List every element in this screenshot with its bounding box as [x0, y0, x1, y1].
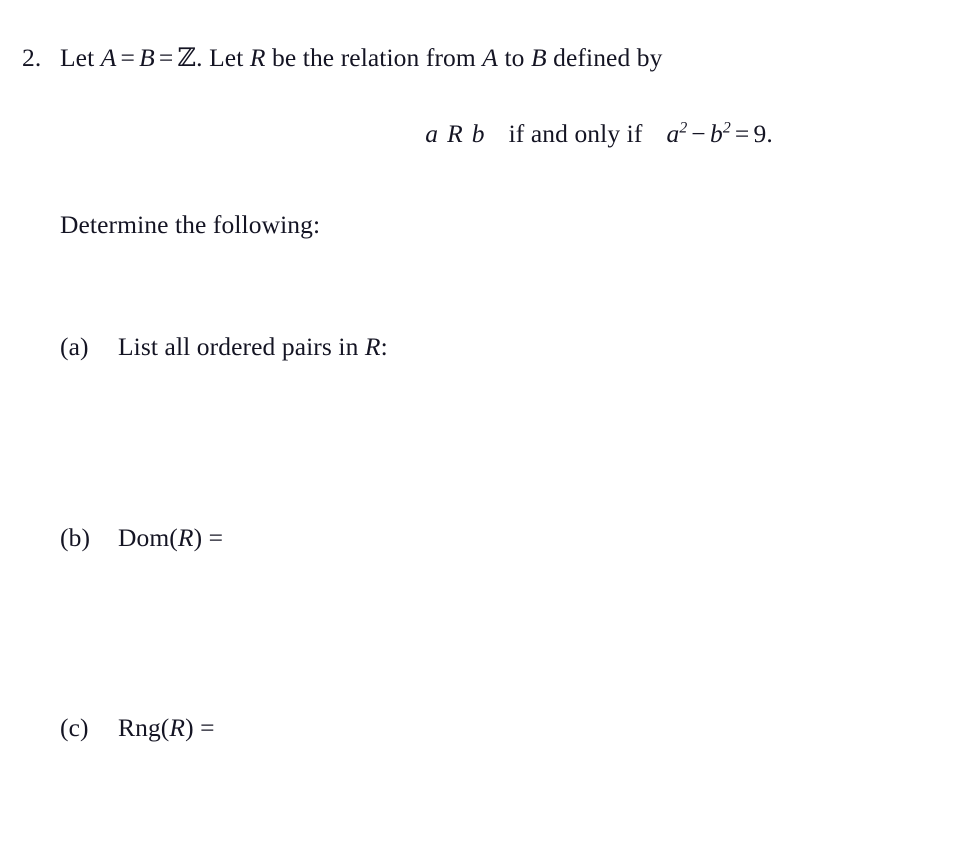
part-c-tag: (c) — [60, 713, 89, 742]
stem-period: . — [196, 43, 210, 72]
eq-lhs-a: a — [425, 119, 439, 148]
part-a-text-before: List all ordered pairs in — [118, 332, 365, 361]
problem-number: 2. — [22, 43, 42, 72]
eq-value: 9 — [753, 119, 767, 148]
eq-connector-text: if and only if — [508, 119, 643, 148]
eq-rhs-b-exponent: 2 — [722, 119, 731, 137]
eq-lhs-relation-r: R — [447, 119, 463, 148]
display-equation: a Rb if and only if a2− b2 = 9. — [0, 118, 970, 150]
stem-text-4: to — [497, 43, 531, 72]
part-b-tag: (b) — [60, 523, 91, 552]
document-page: 2. Let A = B = ℤ. Let R be the relation from … — [0, 0, 970, 858]
relation-symbol-r: R — [249, 43, 266, 72]
part-b-text-before: Dom( — [118, 523, 178, 552]
instruction-text: Determine the following: — [60, 210, 321, 239]
problem-stem: 2. Let A = B = ℤ. Let R be the relation from … — [22, 42, 663, 75]
variable-a: A — [100, 43, 117, 72]
stem-text-1: Let — [60, 43, 101, 72]
problem-part-c: (c) Rng(R) = — [60, 712, 215, 744]
part-c-text-after: ) = — [185, 713, 215, 742]
variable-b: B — [139, 43, 155, 72]
eq-rhs-b: b — [709, 119, 723, 148]
variable-a-2: A — [482, 43, 498, 72]
part-c-symbol-r: R — [169, 713, 186, 742]
eq-lhs-b: b — [471, 119, 485, 148]
stem-text-5: defined by — [546, 43, 663, 72]
minus-sign: − — [691, 119, 706, 148]
equals-sign-2: = — [158, 43, 174, 72]
problem-part-a: (a) List all ordered pairs in R: — [60, 331, 388, 363]
part-a-tag: (a) — [60, 332, 89, 361]
part-c-answer-area[interactable] — [118, 756, 908, 852]
equals-sign-1: = — [120, 43, 136, 72]
part-b-answer-area[interactable] — [118, 566, 908, 696]
part-b-symbol-r: R — [177, 523, 194, 552]
eq-period: . — [766, 119, 773, 148]
part-b-text-after: ) = — [193, 523, 224, 552]
variable-b-2: B — [530, 43, 547, 72]
stem-text-2: Let — [209, 43, 250, 72]
eq-rhs-a: a — [666, 119, 680, 148]
part-c-text-before: Rng( — [118, 713, 170, 742]
eq-equals-sign: = — [734, 119, 750, 148]
part-a-text-after: : — [380, 332, 388, 361]
problem-part-b: (b) Dom(R) = — [60, 522, 223, 554]
integers-symbol: ℤ — [177, 43, 197, 73]
part-a-symbol-r: R — [364, 332, 381, 361]
stem-text-3: be the relation from — [265, 43, 483, 72]
part-a-answer-area[interactable] — [118, 375, 908, 505]
